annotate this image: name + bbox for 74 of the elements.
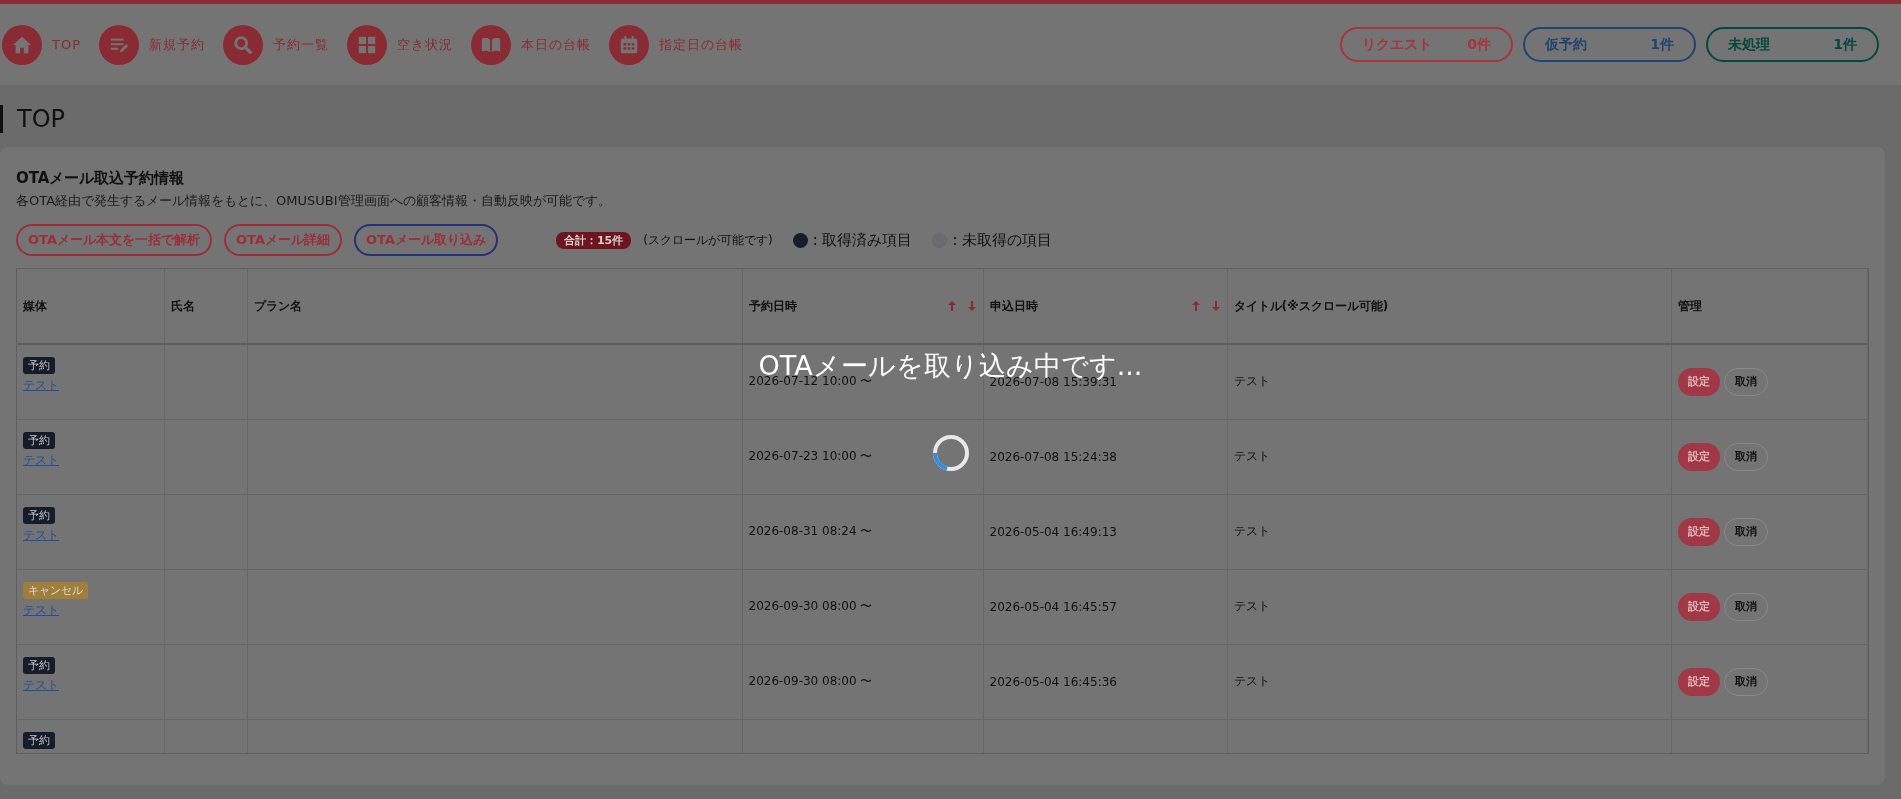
column-header: 管理 xyxy=(1677,297,1702,315)
nav-label: 指定日の台帳 xyxy=(659,35,743,54)
cancel-button[interactable]: 取消 xyxy=(1723,367,1768,396)
nav-link[interactable]: TOP xyxy=(2,24,81,65)
table-cell: テスト xyxy=(1233,674,1270,688)
guest-link[interactable]: テスト xyxy=(23,451,59,469)
sort-up-icon[interactable] xyxy=(946,300,957,312)
guest-link[interactable]: テスト xyxy=(23,676,59,694)
status-counter-button[interactable]: 仮予約 1件 xyxy=(1523,27,1696,62)
column-header: 氏名 xyxy=(170,297,195,315)
page-title: TOP xyxy=(0,105,1901,133)
table-cell: 2026-05-04 16:45:57 xyxy=(989,599,1117,614)
guest-link[interactable]: テスト xyxy=(23,526,59,544)
nav-label: TOP xyxy=(52,37,81,52)
nav-label: 新規予約 xyxy=(149,35,205,54)
action-button[interactable]: OTAメール取り込み xyxy=(353,224,498,256)
table-cell: 2026-07-23 10:00 〜 xyxy=(748,449,873,463)
settings-button[interactable]: 設定 xyxy=(1677,442,1720,471)
cancel-button[interactable]: 取消 xyxy=(1723,442,1768,471)
table-cell: テスト xyxy=(1233,374,1270,389)
cancel-button[interactable]: 取消 xyxy=(1723,517,1768,546)
settings-button[interactable]: 設定 xyxy=(1677,517,1720,546)
search-icon xyxy=(223,24,263,65)
status-tag: 予約 xyxy=(23,506,55,524)
loading-spinner-icon xyxy=(930,433,971,473)
table-cell: テスト xyxy=(1233,599,1270,613)
status-tag: 予約 xyxy=(23,431,55,449)
table-cell: テスト xyxy=(1233,524,1270,538)
grid-icon xyxy=(347,24,387,65)
nav-link[interactable]: 空き状況 xyxy=(347,24,453,65)
table-cell: 2026-05-04 16:49:13 xyxy=(989,524,1117,539)
sort-down-icon[interactable] xyxy=(1210,300,1221,312)
table-cell: 2026-09-30 08:00 〜 xyxy=(748,674,873,688)
cancel-button[interactable]: 取消 xyxy=(1723,592,1768,621)
status-tag: 予約 xyxy=(23,656,55,674)
total-count-badge: 合計：15件 xyxy=(555,231,632,249)
book-icon xyxy=(471,24,511,65)
column-header: 申込日時 xyxy=(989,297,1038,315)
table-cell: 2026-09-30 08:00 〜 xyxy=(748,599,873,613)
nav-link[interactable]: 新規予約 xyxy=(99,24,205,65)
legend-label: : 未取得の項目 xyxy=(952,230,1053,250)
status-tag: 予約 xyxy=(23,731,55,749)
nav-link[interactable]: 本日の台帳 xyxy=(471,24,591,65)
section-title: OTAメール取込予約情報 xyxy=(16,169,186,188)
cancel-button[interactable]: 取消 xyxy=(1723,667,1768,696)
table-cell: テスト xyxy=(1233,449,1270,463)
scroll-note: (スクロールが可能です) xyxy=(643,231,773,249)
settings-button[interactable]: 設定 xyxy=(1677,367,1720,396)
description-text: 各OTA経由で発生するメール情報をもとに、OMUSUBI管理画面への顧客情報・自動反映が可能です。 xyxy=(16,192,612,210)
status-counter-button[interactable]: 未処理 1件 xyxy=(1706,27,1879,62)
nav-label: 本日の台帳 xyxy=(521,35,591,54)
table-cell: 2026-07-08 15:24:38 xyxy=(989,449,1117,464)
legend-label: : 取得済み項目 xyxy=(812,230,913,250)
column-header: タイトル(※スクロール可能) xyxy=(1233,297,1389,315)
guest-link[interactable]: テスト xyxy=(23,601,59,619)
column-header: 媒体 xyxy=(23,297,47,315)
table-cell: 2026-08-31 08:24 〜 xyxy=(748,524,873,538)
calendar-icon xyxy=(609,24,649,65)
sort-up-icon[interactable] xyxy=(1190,300,1201,312)
action-button[interactable]: OTAメール詳細 xyxy=(224,224,342,256)
nav-link[interactable]: 指定日の台帳 xyxy=(609,24,743,65)
status-counter-button[interactable]: リクエスト 0件 xyxy=(1340,27,1513,62)
status-tag: キャンセル xyxy=(23,581,88,599)
column-header: 予約日時 xyxy=(748,297,797,315)
sort-down-icon[interactable] xyxy=(966,300,977,312)
settings-button[interactable]: 設定 xyxy=(1677,667,1720,696)
action-button[interactable]: OTAメール本文を一括で解析 xyxy=(16,224,212,256)
table-cell: 2026-05-04 16:45:36 xyxy=(989,674,1117,689)
guest-link[interactable]: テスト xyxy=(23,377,59,394)
status-tag: 予約 xyxy=(23,357,55,374)
column-header: プラン名 xyxy=(253,297,302,315)
settings-button[interactable]: 設定 xyxy=(1677,592,1720,621)
nav-label: 空き状況 xyxy=(397,35,453,54)
note-pencil-icon xyxy=(99,24,139,65)
